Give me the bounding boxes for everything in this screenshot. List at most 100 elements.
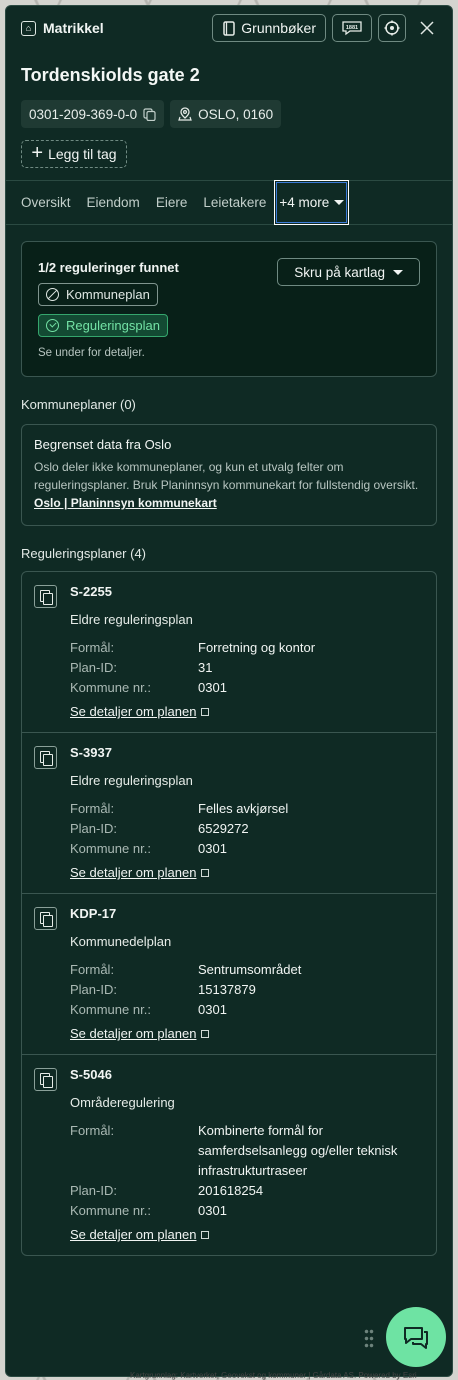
kommune-value: 0301	[198, 841, 227, 856]
map-layer-toggle-button[interactable]: Skru på kartlag	[277, 258, 420, 286]
notice-title: Begrenset data fra Oslo	[34, 437, 172, 452]
cadastral-id-chip[interactable]: 0301-209-369-0-0	[21, 100, 165, 128]
plan-details-link[interactable]: Se detaljer om planen	[70, 1227, 210, 1242]
external-link-icon	[201, 707, 210, 716]
chat-button[interactable]	[386, 1307, 446, 1367]
locate-button[interactable]	[378, 14, 406, 42]
badge-1881-icon: 1881	[342, 21, 362, 36]
add-tag-button[interactable]: + Legg til tag	[21, 140, 127, 168]
plan-details: Formål: Kombinerte formål for samferdsel…	[70, 1121, 424, 1221]
plan-id-label: Plan-ID:	[70, 982, 117, 997]
plan-item: S-3937 Eldre reguleringsplan Formål: Fel…	[22, 733, 436, 894]
formal-label: Formål:	[70, 640, 115, 655]
cadastral-id: 0301-209-369-0-0	[29, 106, 138, 122]
ban-icon	[46, 288, 59, 301]
planinnsyn-link[interactable]: Oslo | Planinnsyn kommunekart	[34, 496, 217, 510]
plan-item: S-5046 Områderegulering Formål: Kombiner…	[22, 1055, 436, 1255]
check-circle-icon	[46, 319, 59, 332]
close-icon	[420, 21, 434, 35]
plan-list: S-2255 Eldre reguleringsplan Formål: For…	[21, 571, 437, 1256]
plan-details-link-label: Se detaljer om planen	[70, 865, 197, 880]
kommuneplan-pill: Kommuneplan	[38, 283, 158, 306]
postal-chip[interactable]: OSLO, 0160	[170, 100, 282, 128]
map-attribution: Kartgrunnlag: Kartverket, Geovekst og ko…	[130, 1371, 417, 1380]
tab-leietakere[interactable]: Leietakere	[203, 195, 266, 210]
kommune-label: Kommune nr.:	[70, 680, 151, 695]
notice-text: Oslo deler ikke kommuneplaner, og kun et…	[34, 458, 424, 512]
brand-label: Matrikkel	[43, 20, 104, 36]
plan-item: S-2255 Eldre reguleringsplan Formål: For…	[22, 572, 436, 733]
grunnboker-button[interactable]: Grunnbøker	[212, 14, 326, 42]
plan-type: Kommunedelplan	[70, 934, 172, 949]
home-icon: ⌂	[21, 20, 36, 36]
regulation-content: 1/2 reguleringer funnet Skru på kartlag …	[6, 225, 452, 1256]
plan-details-link[interactable]: Se detaljer om planen	[70, 1026, 210, 1041]
kommune-label: Kommune nr.:	[70, 841, 151, 856]
plan-code: S-2255	[70, 584, 112, 599]
notice-body: Oslo deler ikke kommuneplaner, og kun et…	[34, 460, 419, 492]
property-title: Tordenskiolds gate 2	[21, 65, 200, 85]
drag-handle-icon[interactable]	[364, 1328, 374, 1348]
plan-id-value: 6529272	[198, 821, 249, 836]
kommune-value: 0301	[198, 680, 227, 695]
plan-details-link-label: Se detaljer om planen	[70, 1227, 197, 1242]
plan-details: Formål: Forretning og kontor Plan-ID: 31…	[70, 638, 424, 698]
plan-id-value: 15137879	[198, 982, 256, 997]
plan-details: Formål: Felles avkjørsel Plan-ID: 652927…	[70, 799, 424, 859]
tab-bar: Oversikt Eiendom Eiere Leietakere +4 mor…	[6, 180, 452, 225]
plan-type: Eldre reguleringsplan	[70, 612, 193, 627]
reguleringsplan-pill: Reguleringsplan	[38, 314, 168, 337]
plan-code: KDP-17	[70, 906, 117, 921]
tab-oversikt[interactable]: Oversikt	[21, 195, 71, 210]
plan-id-value: 201618254	[198, 1183, 264, 1198]
postal-label: OSLO, 0160	[198, 106, 274, 122]
tab-eiendom[interactable]: Eiendom	[87, 195, 140, 210]
caret-down-icon	[393, 269, 403, 275]
close-button[interactable]	[412, 13, 442, 43]
external-link-icon	[201, 1230, 210, 1239]
plan-id-label: Plan-ID:	[70, 660, 117, 675]
caret-down-icon	[334, 200, 345, 205]
tab-more-dropdown[interactable]: +4 more	[274, 180, 350, 225]
kommuneplan-pill-label: Kommuneplan	[66, 287, 150, 302]
external-link-icon	[201, 868, 210, 877]
formal-label: Formål:	[70, 962, 115, 977]
documents-icon	[34, 1068, 57, 1091]
plan-id-label: Plan-ID:	[70, 821, 117, 836]
chat-icon	[404, 1327, 428, 1349]
book-icon	[223, 20, 236, 36]
panel-header: ⌂ Matrikkel Grunnbøker 1881	[6, 6, 452, 50]
plan-details-link[interactable]: Se detaljer om planen	[70, 704, 210, 719]
badge-1881-text: 1881	[346, 25, 358, 31]
map-layer-toggle-label: Skru på kartlag	[294, 264, 385, 280]
brand: ⌂ Matrikkel	[21, 20, 206, 36]
plan-details-link[interactable]: Se detaljer om planen	[70, 865, 210, 880]
summary-note: Se under for detaljer.	[38, 347, 145, 359]
tab-eiere[interactable]: Eiere	[156, 195, 188, 210]
plan-id-label: Plan-ID:	[70, 1183, 117, 1198]
plan-code: S-5046	[70, 1067, 112, 1082]
formal-label: Formål:	[70, 1123, 115, 1138]
formal-value: Forretning og kontor	[198, 640, 316, 655]
external-link-icon	[201, 1029, 210, 1038]
kommuneplaner-heading: Kommuneplaner (0)	[21, 397, 136, 412]
reguleringsplaner-heading: Reguleringsplaner (4)	[21, 546, 147, 561]
formal-value: Felles avkjørsel	[198, 801, 289, 816]
phonebook-1881-button[interactable]: 1881	[332, 14, 372, 42]
crosshair-icon	[384, 20, 400, 36]
tab-more-label: +4 more	[279, 195, 330, 210]
plus-icon: +	[31, 142, 44, 164]
kommune-label: Kommune nr.:	[70, 1203, 151, 1218]
plan-type: Eldre reguleringsplan	[70, 773, 193, 788]
plan-item: KDP-17 Kommunedelplan Formål: Sentrumsom…	[22, 894, 436, 1055]
formal-value: Sentrumsområdet	[198, 962, 302, 977]
map-pin-icon	[178, 107, 192, 121]
reguleringsplan-pill-label: Reguleringsplan	[66, 318, 160, 333]
copy-icon[interactable]	[143, 107, 156, 121]
formal-value: Kombinerte formål for samferdselsanlegg …	[198, 1123, 398, 1178]
plan-details-link-label: Se detaljer om planen	[70, 1026, 197, 1041]
grunnboker-label: Grunnbøker	[241, 20, 316, 36]
documents-icon	[34, 585, 57, 608]
property-chips: 0301-209-369-0-0 OSLO, 0160	[6, 100, 452, 128]
plan-details: Formål: Sentrumsområdet Plan-ID: 1513787…	[70, 960, 424, 1020]
